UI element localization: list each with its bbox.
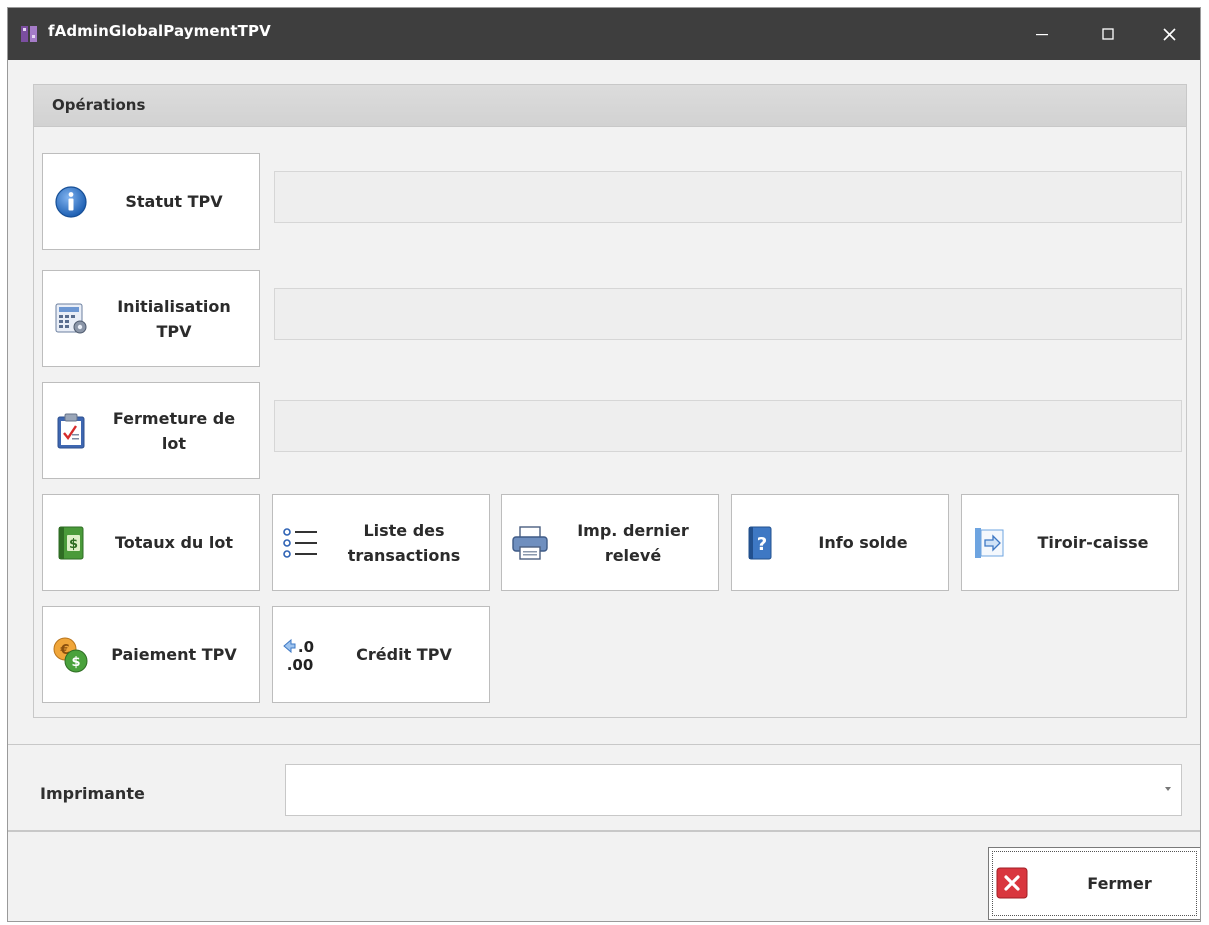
statut-tpv-label: Statut TPV [125,192,223,211]
liste-transactions-button[interactable]: Liste des transactions [272,494,490,591]
imp-dernier-releve-label: Imp. dernier relevé [577,520,689,565]
minimize-icon [1036,34,1048,36]
tiroir-caisse-label: Tiroir-caisse [1037,533,1149,552]
svg-text:.0: .0 [298,638,314,656]
paiement-tpv-button[interactable]: € $ Paiement TPV [42,606,260,703]
divider [8,830,1200,832]
operations-title: Opérations [52,96,146,114]
printer-label: Imprimante [40,784,145,803]
credit-tpv-label: Crédit TPV [356,645,452,664]
decimal-icon: .0 .00 [281,635,321,675]
svg-text:?: ? [757,534,767,555]
fermeture-lot-button[interactable]: Fermeture de lot [42,382,260,479]
arrow-right-icon [970,523,1010,563]
info-solde-label: Info solde [818,533,908,552]
coins-icon: € $ [51,635,91,675]
window-title: fAdminGlobalPaymentTPV [48,22,271,40]
printer-select[interactable] [285,764,1182,816]
svg-text:$: $ [71,655,80,670]
fermer-button[interactable]: Fermer [988,847,1200,920]
info-solde-button[interactable]: ? Info solde [731,494,949,591]
credit-tpv-button[interactable]: .0 .00 Crédit TPV [272,606,490,703]
statut-tpv-field [274,171,1182,223]
clipboard-check-icon [51,411,91,451]
imp-dernier-releve-button[interactable]: Imp. dernier relevé [501,494,719,591]
title-bar[interactable]: fAdminGlobalPaymentTPV [8,8,1200,60]
tiroir-caisse-button[interactable]: Tiroir-caisse [961,494,1179,591]
svg-text:.00: .00 [287,656,314,674]
app-icon [20,24,40,44]
maximize-button[interactable] [1075,8,1141,60]
initialisation-tpv-field [274,288,1182,340]
fermeture-lot-label: Fermeture de lot [112,408,236,453]
initialisation-tpv-button[interactable]: Initialisation TPV [42,270,260,367]
close-icon [996,867,1028,899]
totaux-lot-label: Totaux du lot [114,533,234,552]
fermeture-lot-field [274,400,1182,452]
printer-icon [510,523,550,563]
paiement-tpv-label: Paiement TPV [111,645,237,664]
operations-header: Opérations [34,85,1186,127]
info-icon [51,182,91,222]
minimize-button[interactable] [1009,8,1075,60]
liste-transactions-label: Liste des transactions [347,520,461,565]
totaux-lot-button[interactable]: $ Totaux du lot [42,494,260,591]
close-icon [1162,27,1176,41]
dollar-book-icon: $ [51,523,91,563]
dropdown-arrow-icon[interactable] [1165,787,1171,791]
fermer-label: Fermer [1087,874,1152,893]
statut-tpv-button[interactable]: Statut TPV [42,153,260,250]
close-window-button[interactable] [1136,8,1200,60]
help-book-icon: ? [740,523,780,563]
app-window: fAdminGlobalPaymentTPV Opérations Statut… [7,7,1201,922]
svg-text:$: $ [69,537,78,552]
divider [8,744,1200,745]
maximize-icon [1102,28,1114,40]
list-icon [281,523,321,563]
calculator-gear-icon [51,299,91,339]
operations-group: Opérations Statut TPV Initialisation TPV… [33,84,1187,718]
initialisation-tpv-label: Initialisation TPV [117,296,231,341]
